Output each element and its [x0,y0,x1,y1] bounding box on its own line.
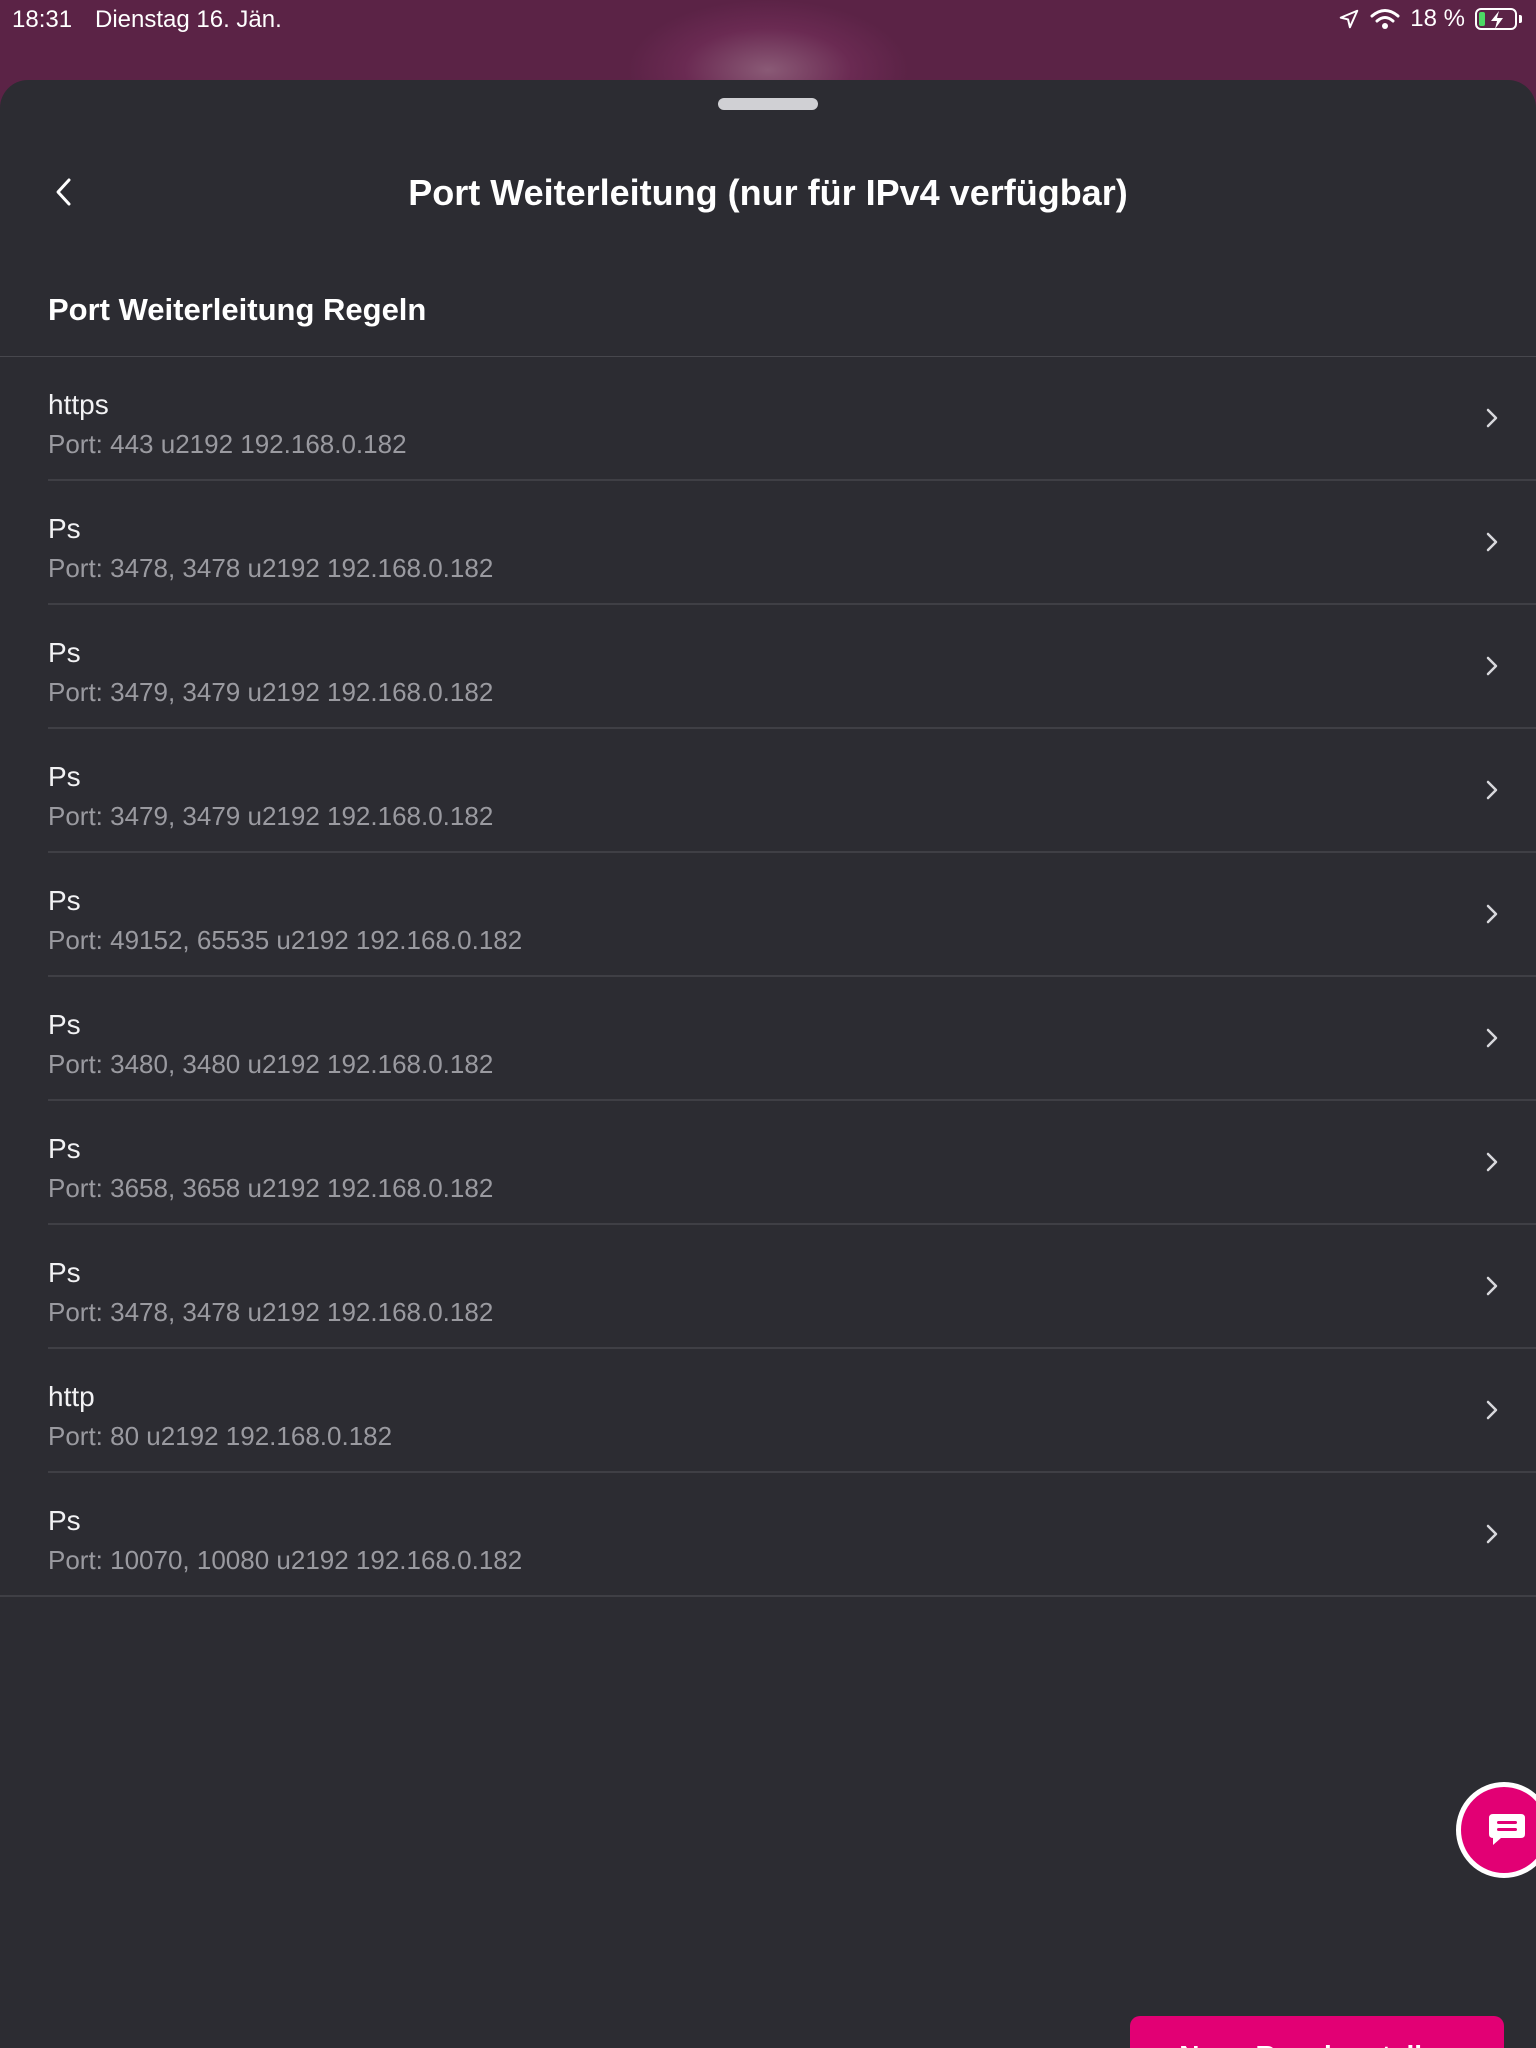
chevron-right-icon [1486,1028,1498,1048]
rule-list-item[interactable]: http Port: 80 u2192 192.168.0.182 [0,1349,1536,1473]
rule-list-item[interactable]: Ps Port: 3478, 3478 u2192 192.168.0.182 [0,481,1536,605]
rule-port-detail: Port: 10070, 10080 u2192 192.168.0.182 [48,1545,523,1575]
rule-list-item[interactable]: Ps Port: 10070, 10080 u2192 192.168.0.182 [0,1473,1536,1597]
rule-list-item[interactable]: Ps Port: 3479, 3479 u2192 192.168.0.182 [0,605,1536,729]
status-indicators: 18 % [1338,5,1522,33]
status-bar: 18:31 Dienstag 16. Jän. 18 % [0,0,1536,40]
rule-name: Ps [48,885,81,916]
chevron-right-icon [1486,532,1498,552]
page-title: Port Weiterleitung (nur für IPv4 verfügb… [408,172,1128,213]
rule-list-item[interactable]: Ps Port: 3658, 3658 u2192 192.168.0.182 [0,1101,1536,1225]
rule-name: Ps [48,1009,81,1040]
rule-port-detail: Port: 3479, 3479 u2192 192.168.0.182 [48,801,494,831]
section-title: Port Weiterleitung Regeln [48,292,427,327]
rule-port-detail: Port: 49152, 65535 u2192 192.168.0.182 [48,925,523,955]
rule-name: Ps [48,1505,81,1536]
rule-port-detail: Port: 3479, 3479 u2192 192.168.0.182 [48,677,494,707]
chevron-right-icon [1486,1152,1498,1172]
create-rule-button[interactable]: Neue Regel erstellen [1130,2016,1504,2048]
rule-port-detail: Port: 3478, 3478 u2192 192.168.0.182 [48,553,494,583]
bottom-sheet: Port Weiterleitung (nur für IPv4 verfügb… [0,80,1536,2048]
status-date: Dienstag 16. Jän. [95,6,282,33]
rule-port-detail: Port: 3478, 3478 u2192 192.168.0.182 [48,1297,494,1327]
rule-port-detail: Port: 443 u2192 192.168.0.182 [48,429,407,459]
status-time: 18:31 [12,6,73,33]
rule-name: Ps [48,761,81,792]
chevron-right-icon [1486,408,1498,428]
rule-list-item[interactable]: Ps Port: 3479, 3479 u2192 192.168.0.182 [0,729,1536,853]
chevron-right-icon [1486,904,1498,924]
chevron-right-icon [1486,1400,1498,1420]
chat-bubble-icon [1489,1814,1525,1845]
battery-charging-icon [1475,8,1522,30]
rule-list-item[interactable]: Ps Port: 49152, 65535 u2192 192.168.0.182 [0,853,1536,977]
location-arrow-icon [1340,9,1359,29]
rule-list-item[interactable]: Ps Port: 3478, 3478 u2192 192.168.0.182 [0,1225,1536,1349]
chevron-right-icon [1486,1524,1498,1544]
rule-name: Ps [48,513,81,544]
rule-name: Ps [48,1133,81,1164]
rule-list-item[interactable]: https Port: 443 u2192 192.168.0.182 [0,357,1536,481]
rule-name: Ps [48,1257,81,1288]
rule-list-item[interactable]: Ps Port: 3480, 3480 u2192 192.168.0.182 [0,977,1536,1101]
rule-name: Ps [48,637,81,668]
rule-port-detail: Port: 3480, 3480 u2192 192.168.0.182 [48,1049,494,1079]
rule-port-detail: Port: 3658, 3658 u2192 192.168.0.182 [48,1173,494,1203]
wifi-icon [1370,9,1400,29]
rule-name: https [48,389,109,420]
chevron-right-icon [1486,656,1498,676]
chat-button[interactable] [1456,1782,1536,1878]
row-divider [0,1595,1536,1597]
rule-name: http [48,1381,95,1412]
sheet-grabber-handle[interactable] [718,98,818,110]
chevron-right-icon [1486,780,1498,800]
battery-percentage: 18 % [1410,5,1465,32]
chevron-right-icon [1486,1276,1498,1296]
rule-list: https Port: 443 u2192 192.168.0.182 Ps Port… [0,357,1536,1597]
rule-port-detail: Port: 80 u2192 192.168.0.182 [48,1421,393,1451]
